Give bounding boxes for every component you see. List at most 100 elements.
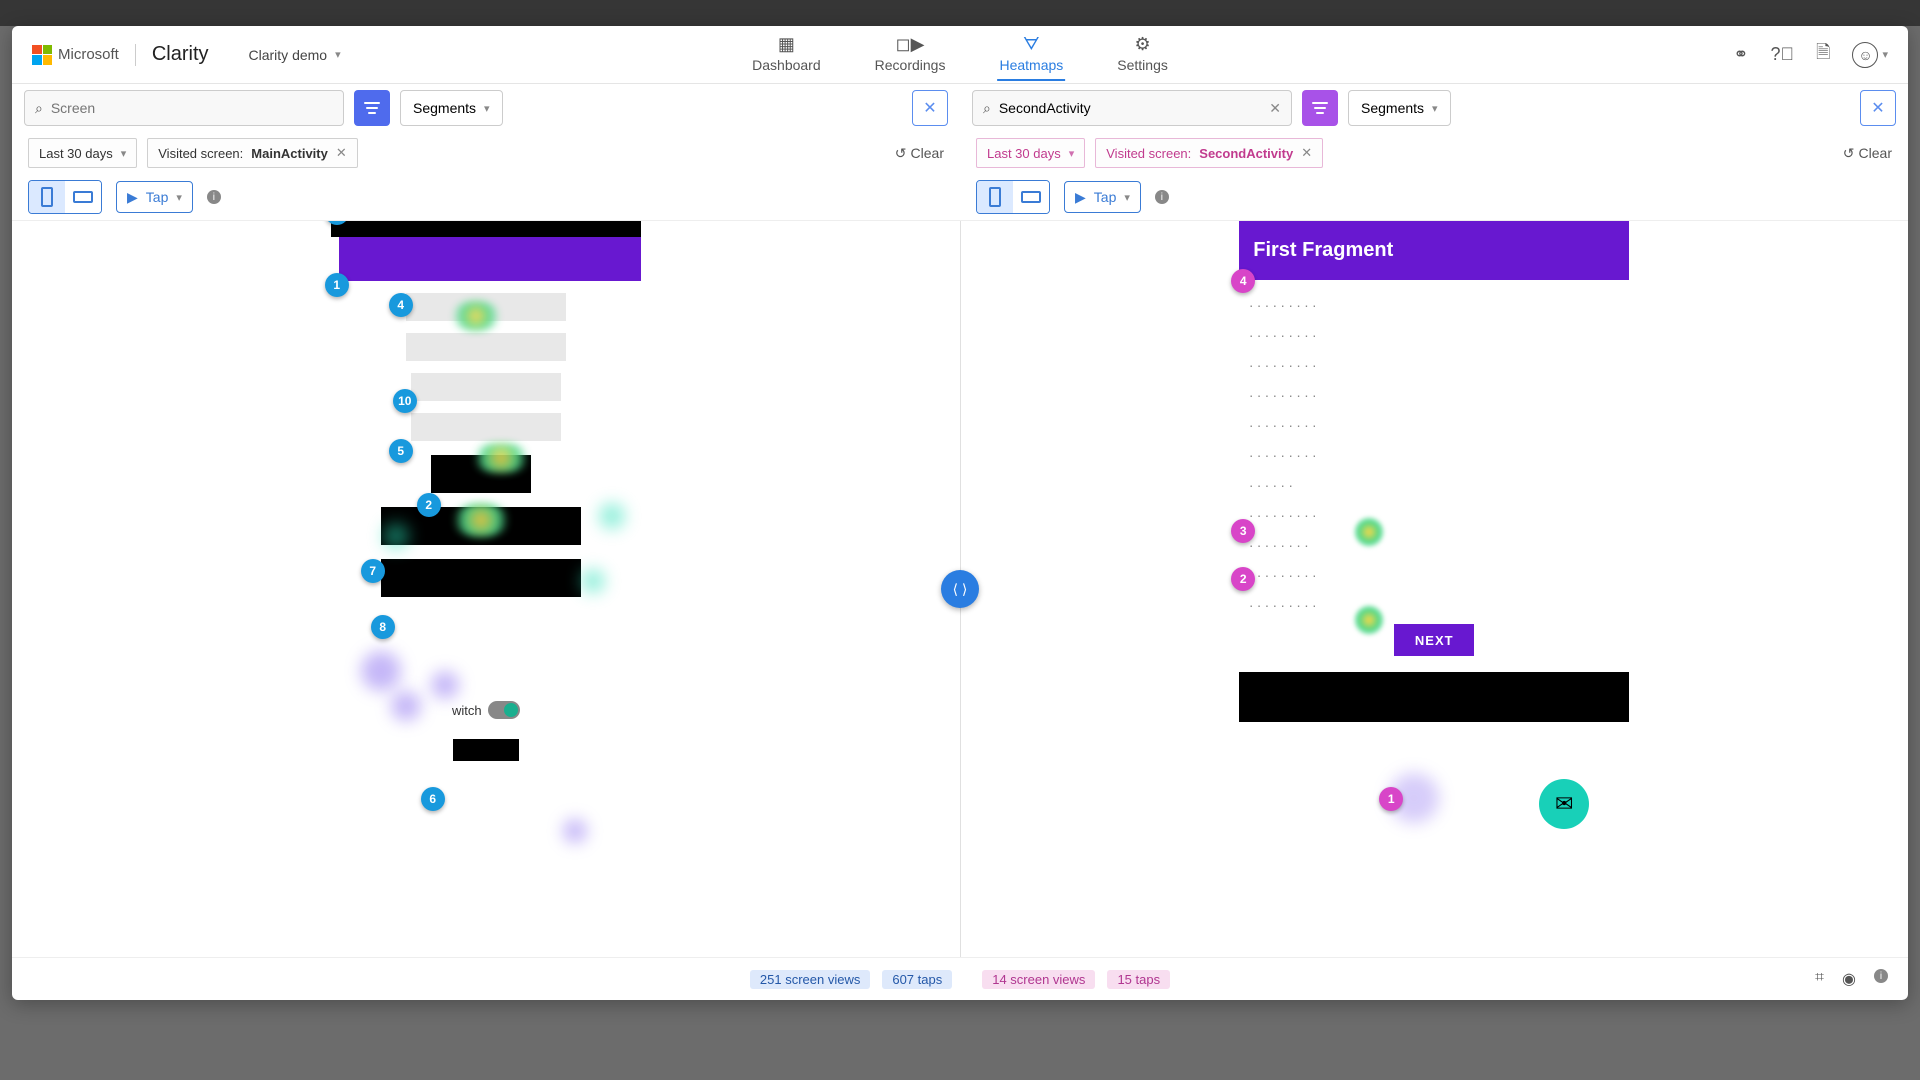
- tap-marker[interactable]: 4: [1231, 269, 1255, 293]
- tap-marker[interactable]: 4: [389, 293, 413, 317]
- left-screen-search[interactable]: ⌕: [24, 90, 344, 126]
- left-screen-chip[interactable]: Visited screen: MainActivity✕: [147, 138, 358, 168]
- orientation-toggle[interactable]: [976, 180, 1050, 214]
- chevron-down-icon: ▾: [121, 147, 127, 160]
- left-pane: 9 1 4 10 5 2 7 8: [12, 221, 960, 957]
- flame-icon: ᗊ: [1023, 34, 1040, 55]
- search-icon: ⌕: [983, 100, 991, 117]
- help-icon[interactable]: ?⃝: [1770, 44, 1794, 65]
- visibility-icon[interactable]: ◉: [1842, 969, 1856, 989]
- tap-marker[interactable]: 1: [325, 273, 349, 297]
- right-close-compare[interactable]: ✕: [1860, 90, 1896, 126]
- gear-icon: ⚙: [1134, 34, 1150, 55]
- dots-line: .........: [1249, 594, 1619, 610]
- close-icon[interactable]: ✕: [1301, 145, 1312, 161]
- undo-icon: ↺: [1843, 145, 1855, 162]
- nav-heatmaps[interactable]: ᗊHeatmaps: [997, 28, 1065, 81]
- search-icon: ⌕: [35, 100, 43, 117]
- dots-line: .........: [1249, 354, 1619, 370]
- clear-input-icon[interactable]: ✕: [1269, 100, 1281, 117]
- grid-icon[interactable]: ⌗: [1815, 969, 1824, 989]
- tap-type-dropdown[interactable]: ▶Tap▾: [116, 181, 193, 213]
- avatar-icon: ☺: [1852, 42, 1878, 68]
- chevron-down-icon: ▾: [1124, 191, 1130, 204]
- next-button[interactable]: NEXT: [1394, 624, 1474, 656]
- account-dropdown[interactable]: ☺ ▾: [1852, 42, 1888, 68]
- right-clear-filters[interactable]: ↺Clear: [1843, 145, 1892, 162]
- dots-line: .........: [1249, 324, 1619, 340]
- nav-dashboard[interactable]: ▦Dashboard: [750, 28, 823, 81]
- fab-mail[interactable]: ✉: [1539, 779, 1589, 829]
- project-dropdown[interactable]: Clarity demo ▾: [249, 47, 341, 63]
- landscape-button[interactable]: [1013, 181, 1049, 213]
- right-views-chip: 14 screen views: [982, 970, 1095, 989]
- info-icon[interactable]: i: [207, 190, 221, 204]
- left-date-chip[interactable]: Last 30 days▾: [28, 138, 137, 168]
- left-filter-bar: ⌕ Segments▾ ✕: [12, 84, 960, 132]
- left-heatmap-screen[interactable]: 9 1 4 10 5 2 7 8: [331, 221, 641, 761]
- tap-marker[interactable]: 10: [393, 389, 417, 413]
- right-date-chip[interactable]: Last 30 days▾: [976, 138, 1085, 168]
- dots-line: .........: [1249, 294, 1619, 310]
- switch-toggle[interactable]: [488, 701, 520, 719]
- portrait-button[interactable]: [977, 181, 1013, 213]
- tap-marker[interactable]: 2: [1231, 567, 1255, 591]
- search-input[interactable]: [999, 100, 1261, 116]
- chevron-down-icon: ▾: [176, 191, 182, 204]
- tap-marker[interactable]: 2: [417, 493, 441, 517]
- dots-line: ......: [1249, 474, 1619, 490]
- right-chip-row: Last 30 days▾ Visited screen: SecondActi…: [960, 132, 1908, 174]
- chevron-down-icon: ▾: [484, 102, 490, 115]
- play-icon: ▶: [127, 189, 138, 206]
- tap-marker[interactable]: 8: [371, 615, 395, 639]
- integration-icon[interactable]: ⚭: [1733, 44, 1748, 65]
- tap-marker[interactable]: 7: [361, 559, 385, 583]
- right-screen-search[interactable]: ⌕ ✕: [972, 90, 1292, 126]
- play-icon: ▶: [1075, 189, 1086, 206]
- left-close-compare[interactable]: ✕: [912, 90, 948, 126]
- microsoft-logo: Microsoft: [32, 45, 119, 65]
- left-taps-chip: 607 taps: [882, 970, 952, 989]
- app-header: Microsoft Clarity Clarity demo ▾ ▦Dashbo…: [12, 26, 1908, 84]
- info-icon[interactable]: i: [1155, 190, 1169, 204]
- nav-settings[interactable]: ⚙Settings: [1115, 28, 1170, 81]
- footer-stats: 251 screen views 607 taps 14 screen view…: [12, 958, 1908, 1000]
- dots-line: .........: [1249, 564, 1619, 580]
- right-taps-chip: 15 taps: [1107, 970, 1170, 989]
- right-heatmap-screen[interactable]: First Fragment 4 ......... ......... ...…: [1239, 221, 1629, 722]
- right-segments-dropdown[interactable]: Segments▾: [1348, 90, 1451, 126]
- mail-icon: ✉: [1555, 791, 1573, 817]
- dots-line: .........: [1249, 444, 1619, 460]
- right-screen-chip[interactable]: Visited screen: SecondActivity✕: [1095, 138, 1323, 168]
- compare-drag-handle[interactable]: ⟨ ⟩: [941, 570, 979, 608]
- microsoft-text: Microsoft: [58, 46, 119, 63]
- tap-marker[interactable]: 5: [389, 439, 413, 463]
- close-icon[interactable]: ✕: [336, 145, 347, 161]
- dots-line: .........: [1249, 384, 1619, 400]
- tap-marker[interactable]: 6: [421, 787, 445, 811]
- fragment-title: First Fragment: [1253, 239, 1393, 261]
- chevron-down-icon: ▾: [1882, 48, 1888, 61]
- left-clear-filters[interactable]: ↺Clear: [895, 145, 944, 162]
- dashboard-icon: ▦: [778, 34, 795, 55]
- left-chip-row: Last 30 days▾ Visited screen: MainActivi…: [12, 132, 960, 174]
- right-filter-button[interactable]: [1302, 90, 1338, 126]
- search-input[interactable]: [51, 100, 333, 116]
- right-filter-bar: ⌕ ✕ Segments▾ ✕: [960, 84, 1908, 132]
- left-filter-button[interactable]: [354, 90, 390, 126]
- left-segments-dropdown[interactable]: Segments▾: [400, 90, 503, 126]
- compare-content: » « 9 1 4 10 5 2: [12, 220, 1908, 958]
- info-icon[interactable]: i: [1874, 969, 1888, 983]
- document-icon[interactable]: 🗎: [1816, 40, 1830, 70]
- dots-line: .........: [1249, 414, 1619, 430]
- dots-line: .........: [1249, 504, 1619, 520]
- orientation-toggle[interactable]: [28, 180, 102, 214]
- tap-type-dropdown[interactable]: ▶Tap▾: [1064, 181, 1141, 213]
- right-pane: First Fragment 4 ......... ......... ...…: [961, 221, 1909, 957]
- right-toolbar: ▶Tap▾ i: [960, 174, 1908, 220]
- landscape-button[interactable]: [65, 181, 101, 213]
- portrait-button[interactable]: [29, 181, 65, 213]
- nav-recordings[interactable]: ◻▶Recordings: [873, 28, 948, 81]
- product-name: Clarity: [152, 43, 209, 66]
- chevron-down-icon: ▾: [335, 48, 341, 61]
